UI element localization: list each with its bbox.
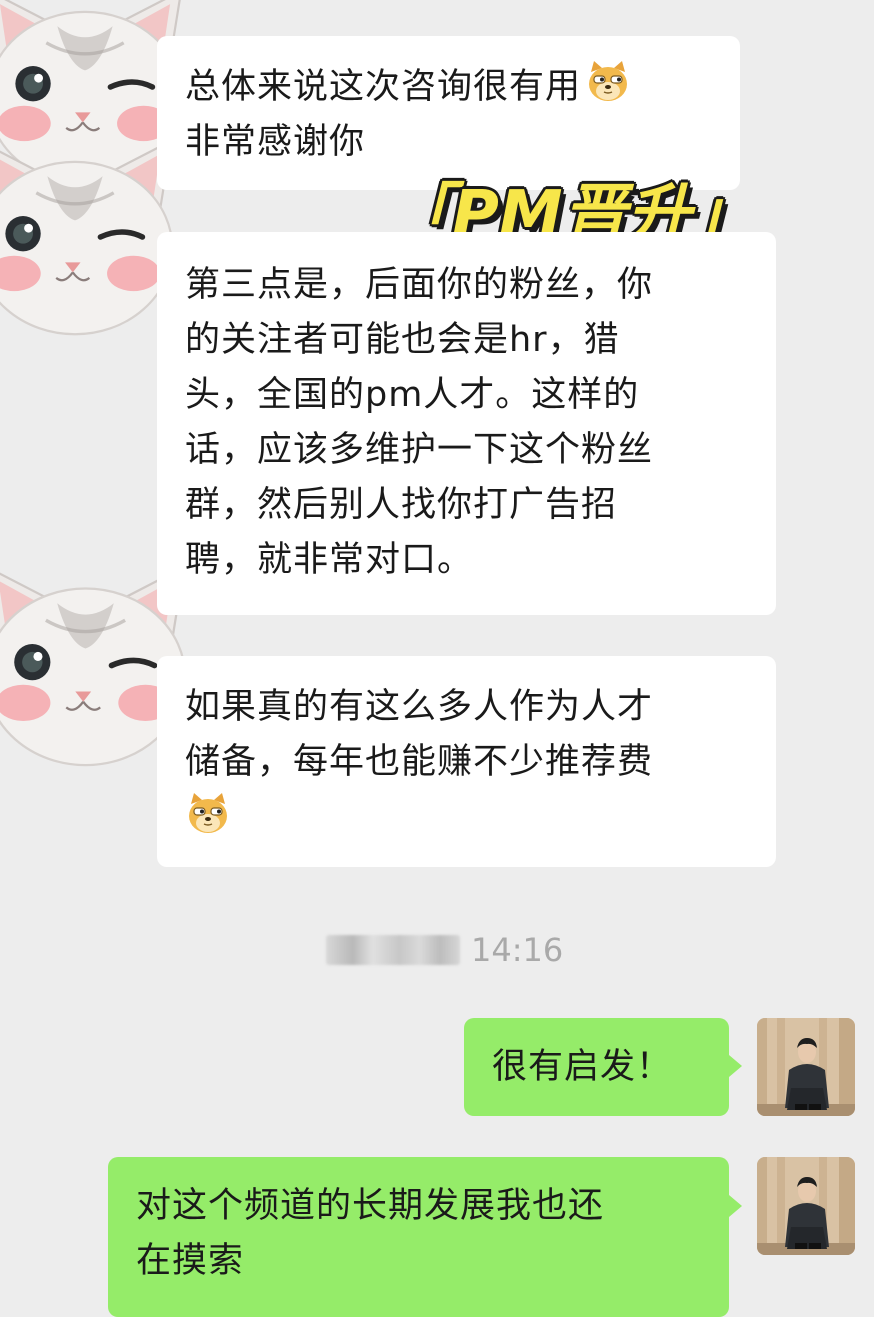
bubble-tail — [729, 1195, 742, 1217]
outgoing-message[interactable]: 很有启发！ — [464, 1018, 729, 1116]
timestamp-divider: 14:16 — [0, 928, 874, 972]
message-line: 话，应该多维护一下这个粉丝 — [185, 430, 654, 470]
message-line: 头，全国的pm人才。这样的 — [185, 375, 640, 415]
message-line: 如果真的有这么多人作为人才 — [185, 687, 654, 727]
incoming-message[interactable]: 如果真的有这么多人作为人才 储备，每年也能赚不少推荐费 — [157, 656, 776, 867]
message-line: 聘，就非常对口。 — [185, 540, 474, 580]
bubble-tail — [729, 1055, 742, 1077]
message-line: 群，然后别人找你打广告招 — [185, 485, 618, 525]
blurred-date — [326, 935, 460, 965]
user-avatar[interactable] — [757, 1157, 855, 1255]
message-line: 总体来说这次咨询很有用 — [185, 67, 582, 107]
doge-emoji-icon — [185, 790, 231, 836]
message-line: 非常感谢你 — [185, 122, 366, 162]
outgoing-message[interactable]: 对这个频道的长期发展我也还 在摸索 — [108, 1157, 729, 1317]
doge-emoji-icon — [585, 58, 631, 104]
message-line: 第三点是，后面你的粉丝，你 — [185, 265, 654, 305]
incoming-message[interactable]: 总体来说这次咨询很有用 非常感谢你 — [157, 36, 740, 190]
timestamp: 14:16 — [471, 931, 564, 969]
message-line: 对这个频道的长期发展我也还 — [136, 1186, 605, 1226]
incoming-message[interactable]: 第三点是，后面你的粉丝，你 的关注者可能也会是hr，猎 头，全国的pm人才。这样… — [157, 232, 776, 615]
message-line: 储备，每年也能赚不少推荐费 — [185, 742, 654, 782]
message-line: 很有启发！ — [492, 1047, 673, 1087]
message-line: 的关注者可能也会是hr，猎 — [185, 320, 620, 360]
message-line: 在摸索 — [136, 1241, 245, 1281]
user-avatar[interactable] — [757, 1018, 855, 1116]
cat-avatar-icon[interactable] — [0, 132, 180, 342]
